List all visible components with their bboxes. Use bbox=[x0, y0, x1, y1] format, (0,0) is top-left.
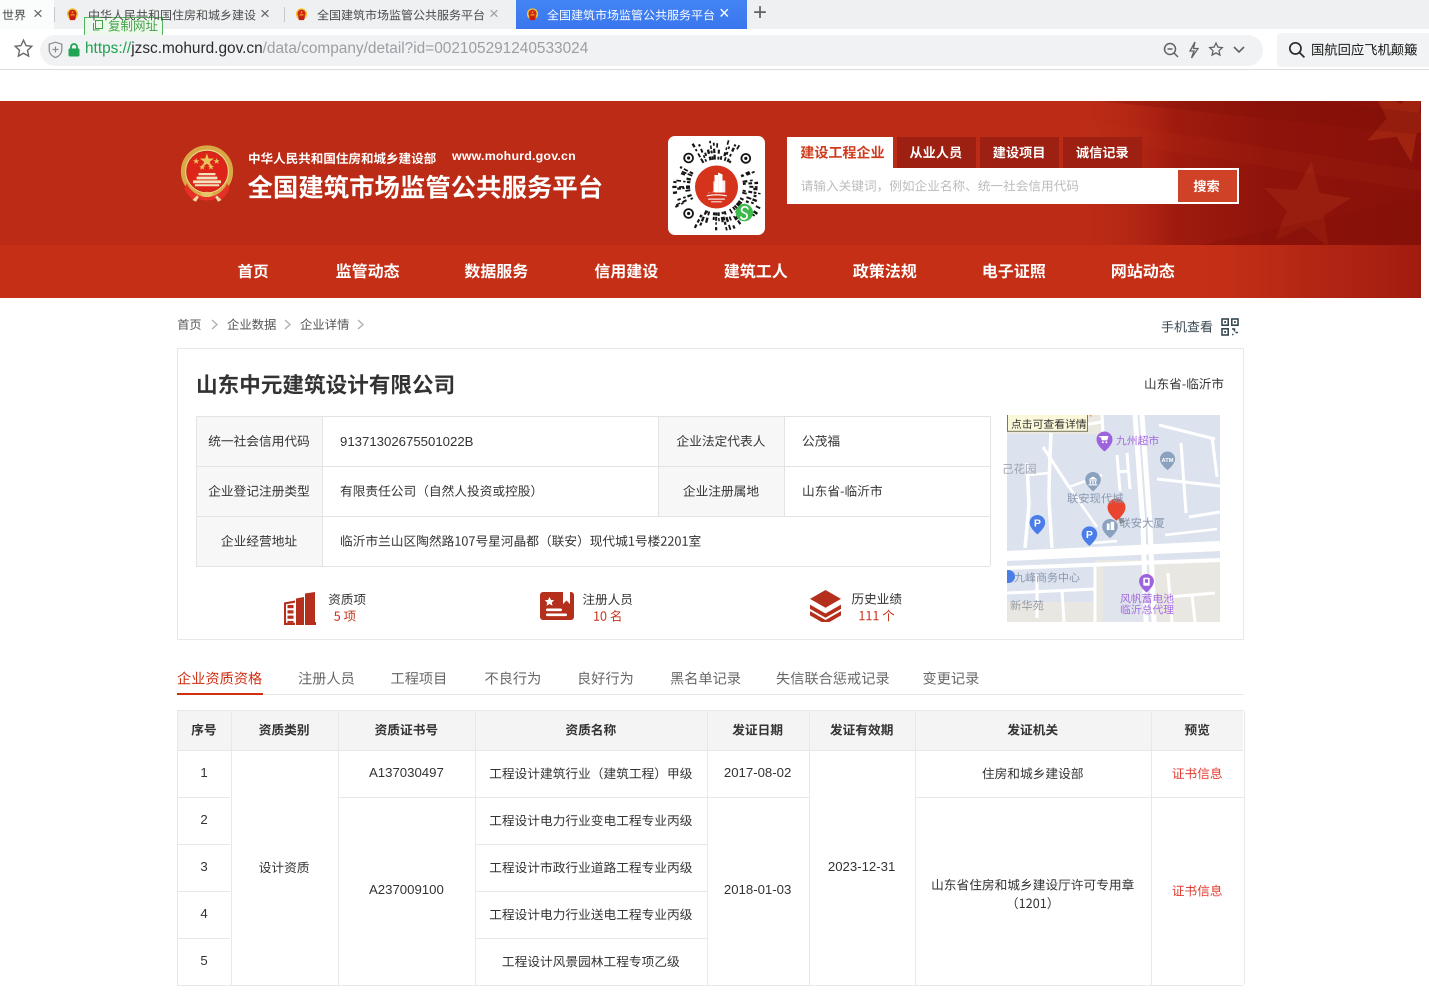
svg-text:ATM: ATM bbox=[1162, 458, 1174, 464]
svg-text:P: P bbox=[1034, 518, 1041, 530]
svg-text:P: P bbox=[1086, 529, 1093, 541]
